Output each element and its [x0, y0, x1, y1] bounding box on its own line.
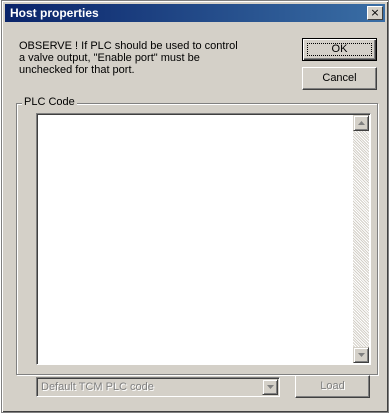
chevron-down-icon[interactable]	[262, 379, 278, 395]
cancel-button-label: Cancel	[322, 72, 357, 84]
scroll-down-arrow-icon[interactable]	[353, 347, 369, 363]
plc-code-label: PLC Code	[22, 96, 77, 108]
window-title: Host properties	[10, 6, 99, 20]
ok-button[interactable]: OK	[302, 38, 377, 61]
close-icon[interactable]: ×	[367, 6, 383, 20]
scroll-up-arrow-icon[interactable]	[353, 115, 369, 131]
plc-code-textarea[interactable]	[36, 113, 371, 365]
cancel-button[interactable]: Cancel	[302, 67, 377, 90]
load-button-label: Load	[320, 380, 345, 392]
load-button[interactable]: Load	[295, 375, 370, 398]
focus-rectangle	[307, 43, 372, 56]
plc-code-select[interactable]: Default TCM PLC code	[36, 377, 280, 397]
title-bar[interactable]: Host properties ×	[5, 4, 385, 22]
observe-message: OBSERVE ! If PLC should be used to contr…	[19, 40, 238, 76]
vertical-scrollbar[interactable]	[353, 115, 369, 363]
plc-code-select-value: Default TCM PLC code	[41, 381, 154, 393]
